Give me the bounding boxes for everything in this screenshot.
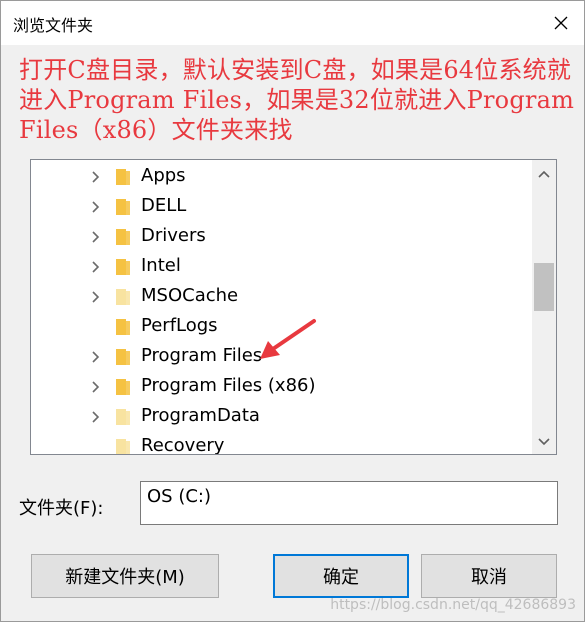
tree-item-label: Program Files (x86) (141, 375, 316, 396)
folder-icon (116, 349, 130, 365)
tree-item[interactable]: Program Files (x86) (31, 372, 531, 402)
folder-icon (116, 169, 130, 185)
folder-input[interactable]: OS (C:) (140, 481, 558, 525)
tree-item[interactable]: Drivers (31, 222, 531, 252)
folder-input-value: OS (C:) (147, 486, 211, 507)
folder-icon (116, 259, 130, 275)
browse-folder-dialog: 浏览文件夹 打开C盘目录，默认安装到C盘，如果是64位系统就进入Program … (0, 0, 585, 622)
chevron-up-icon (538, 170, 550, 178)
cancel-button[interactable]: 取消 (421, 554, 557, 598)
title-bar: 浏览文件夹 (1, 1, 584, 45)
tree-item-label: Intel (141, 255, 181, 276)
tree-item-label: PerfLogs (141, 315, 218, 336)
folder-field-label: 文件夹(F): (19, 498, 104, 519)
folder-icon (116, 289, 130, 305)
new-folder-button[interactable]: 新建文件夹(M) (31, 554, 219, 598)
close-icon (554, 16, 568, 30)
scroll-thumb[interactable] (534, 263, 554, 311)
folder-icon (116, 439, 130, 454)
folder-icon (116, 409, 130, 425)
dialog-title: 浏览文件夹 (13, 16, 94, 35)
close-button[interactable] (538, 1, 584, 45)
tree-item[interactable]: Intel (31, 252, 531, 282)
tree-item-label: Apps (141, 165, 186, 186)
tree-item-label: Program Files (141, 345, 263, 366)
chevron-right-icon[interactable] (89, 291, 101, 303)
folder-icon (116, 319, 130, 335)
chevron-right-icon[interactable] (89, 261, 101, 273)
tree-item[interactable]: ProgramData (31, 402, 531, 432)
scroll-up-button[interactable] (532, 162, 556, 186)
folder-icon (116, 229, 130, 245)
scroll-down-button[interactable] (532, 430, 556, 454)
tree-item-label: Drivers (141, 225, 206, 246)
chevron-right-icon[interactable] (89, 381, 101, 393)
chevron-right-icon[interactable] (89, 411, 101, 423)
watermark: https://blog.csdn.net/qq_42686893 (330, 597, 576, 613)
chevron-down-icon (538, 438, 550, 446)
folder-icon (116, 199, 130, 215)
tree-item-label: DELL (141, 195, 187, 216)
vertical-scrollbar[interactable] (532, 160, 556, 454)
chevron-right-icon[interactable] (89, 171, 101, 183)
chevron-right-icon[interactable] (89, 231, 101, 243)
tree-item-label: Recovery (141, 435, 225, 455)
annotation-text: 打开C盘目录，默认安装到C盘，如果是64位系统就进入Program Files，… (19, 56, 575, 144)
tree-item[interactable]: Apps (31, 162, 531, 192)
ok-button[interactable]: 确定 (273, 554, 409, 598)
folder-icon (116, 379, 130, 395)
folder-tree[interactable]: Apps DELL Drivers Intel MSOCache PerfLogs Prog… (30, 159, 557, 455)
tree-item-label: MSOCache (141, 285, 239, 306)
tree-item[interactable]: Recovery (31, 432, 531, 455)
annotation-arrow-icon (260, 319, 316, 359)
chevron-right-icon[interactable] (89, 201, 101, 213)
tree-item[interactable]: MSOCache (31, 282, 531, 312)
tree-item-label: ProgramData (141, 405, 260, 426)
chevron-right-icon[interactable] (89, 351, 101, 363)
tree-item[interactable]: DELL (31, 192, 531, 222)
